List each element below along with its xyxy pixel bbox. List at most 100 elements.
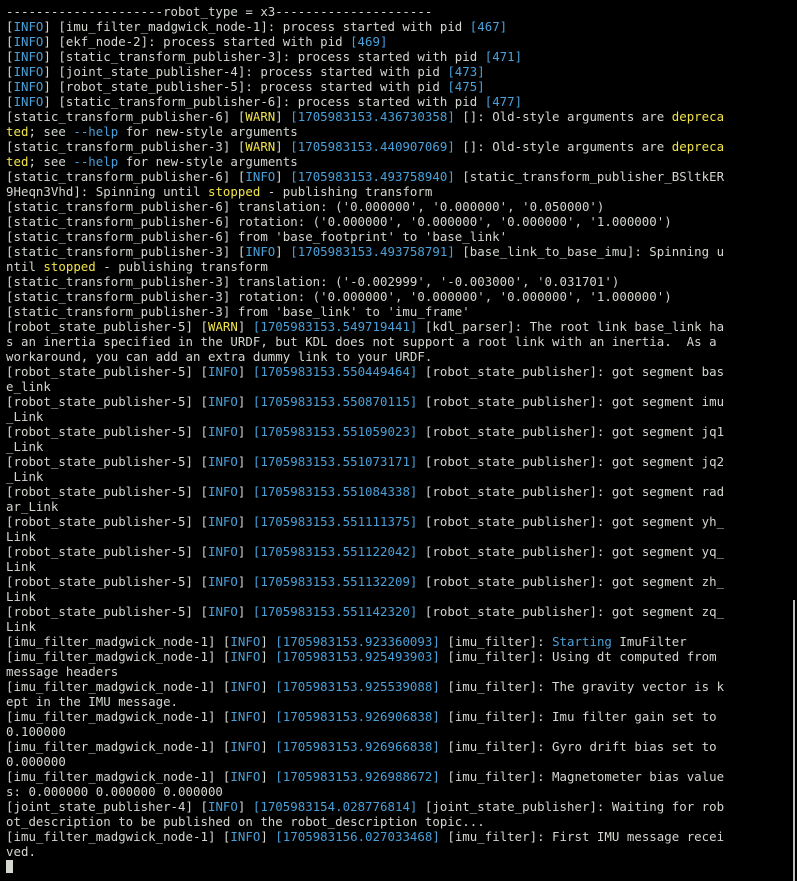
log-text: ] xyxy=(260,739,276,754)
log-text: ] xyxy=(275,169,291,184)
log-text: ] xyxy=(237,454,253,469)
log-text: [imu_filter]: Imu filter gain set to xyxy=(439,709,717,724)
terminal-line: [static_transform_publisher-3] translati… xyxy=(6,274,786,289)
info-tag: INFO xyxy=(230,829,261,844)
terminal-line: [imu_filter_madgwick_node-1] [INFO] [170… xyxy=(6,829,786,844)
terminal-line: [imu_filter_madgwick_node-1] [INFO] [170… xyxy=(6,769,786,784)
log-text: [imu_filter]: The gravity vector is k xyxy=(439,679,725,694)
log-text: _Link xyxy=(6,469,44,484)
log-text: ] xyxy=(237,424,253,439)
log-text: [imu_filter_madgwick_node-1] [ xyxy=(6,709,231,724)
log-text: [robot_state_publisher]: got segment imu xyxy=(417,394,725,409)
terminal-line: _Link xyxy=(6,439,786,454)
log-text: ] xyxy=(260,709,276,724)
log-text: [imu_filter_madgwick_node-1] [ xyxy=(6,739,231,754)
info-tag: INFO xyxy=(230,739,261,754)
log-text: [imu_filter]: First IMU message recei xyxy=(439,829,725,844)
timestamp: [1705983153.493758791] xyxy=(290,244,455,259)
info-tag: INFO xyxy=(230,679,261,694)
timestamp: [1705983153.551132209] xyxy=(252,574,418,589)
terminal-line: [robot_state_publisher-5] [INFO] [170598… xyxy=(6,394,786,409)
log-text: [robot_state_publisher-5] [ xyxy=(6,484,208,499)
terminal-line: 9Heqn3Vhd]: Spinning until stopped - pub… xyxy=(6,184,786,199)
terminal-line: ted; see --help for new-style arguments xyxy=(6,154,786,169)
terminal-line: ot_description to be published on the ro… xyxy=(6,814,786,829)
log-text: for new-style arguments xyxy=(118,154,298,169)
terminal-window[interactable]: ---------------------robot_type = x3----… xyxy=(0,0,797,881)
log-text: - publishing transform xyxy=(95,259,268,274)
terminal-line: [static_transform_publisher-3] from 'bas… xyxy=(6,304,786,319)
log-text: message headers xyxy=(6,664,119,679)
terminal-line: [static_transform_publisher-3] [INFO] [1… xyxy=(6,244,786,259)
terminal-line: s: 0.000000 0.000000 0.000000 xyxy=(6,784,786,799)
log-text: e_link xyxy=(6,379,51,394)
info-tag: INFO xyxy=(207,394,238,409)
info-tag: INFO xyxy=(13,79,44,94)
log-text: ] xyxy=(237,484,253,499)
log-text: Link xyxy=(6,559,36,574)
log-text: []: Old-style arguments are xyxy=(454,139,672,154)
log-text: [471] xyxy=(484,49,523,64)
info-tag: INFO xyxy=(13,64,44,79)
log-text: [joint_state_publisher]: Waiting for rob xyxy=(417,799,725,814)
log-text: ImuFilter xyxy=(611,634,687,649)
log-text: [static_transform_publisher-3] translati… xyxy=(6,274,620,289)
log-text: [robot_state_publisher-5] [ xyxy=(6,514,208,529)
terminal-line: e_link xyxy=(6,379,786,394)
log-text: ] xyxy=(237,604,253,619)
terminal-line: ved. xyxy=(6,844,786,859)
log-text: ept in the IMU message. xyxy=(6,694,179,709)
log-text: ] [joint_state_publisher-4]: process sta… xyxy=(43,64,448,79)
terminal-line: [INFO] [imu_filter_madgwick_node-1]: pro… xyxy=(6,19,786,34)
log-text: ; see xyxy=(28,154,74,169)
terminal-line: [robot_state_publisher-5] [INFO] [170598… xyxy=(6,544,786,559)
log-text: ] xyxy=(260,634,276,649)
terminal-line: [static_transform_publisher-3] [WARN] [1… xyxy=(6,139,786,154)
info-tag: INFO xyxy=(207,364,238,379)
log-text: [robot_state_publisher]: got segment jq2 xyxy=(417,454,725,469)
log-text: [robot_state_publisher-5] [ xyxy=(6,604,208,619)
scrollbar[interactable] xyxy=(793,600,795,881)
log-text: [imu_filter]: Using dt computed from xyxy=(439,649,717,664)
terminal-output: ---------------------robot_type = x3----… xyxy=(6,4,786,874)
terminal-line: ar_Link xyxy=(6,499,786,514)
terminal-line: ntil stopped - publishing transform xyxy=(6,259,786,274)
log-text: [robot_state_publisher-5] [ xyxy=(6,424,208,439)
log-text: [static_transform_publisher-6] [ xyxy=(6,169,246,184)
terminal-line: [static_transform_publisher-6] [INFO] [1… xyxy=(6,169,786,184)
timestamp: [1705983153.926906838] xyxy=(275,709,440,724)
terminal-line: [robot_state_publisher-5] [INFO] [170598… xyxy=(6,574,786,589)
log-text: [robot_state_publisher]: got segment bas xyxy=(417,364,725,379)
terminal-line: [robot_state_publisher-5] [INFO] [170598… xyxy=(6,454,786,469)
terminal-line: Link xyxy=(6,619,786,634)
log-text: [imu_filter]: Magnetometer bias value xyxy=(439,769,725,784)
log-text: [static_transform_publisher_BSltkER xyxy=(454,169,725,184)
info-tag: INFO xyxy=(13,34,44,49)
log-text: _Link xyxy=(6,409,44,424)
log-text: [imu_filter_madgwick_node-1] [ xyxy=(6,634,231,649)
terminal-line: Link xyxy=(6,559,786,574)
terminal-line: [robot_state_publisher-5] [INFO] [170598… xyxy=(6,484,786,499)
log-text: [robot_state_publisher]: got segment zh_ xyxy=(417,574,725,589)
log-text: [static_transform_publisher-3] [ xyxy=(6,244,246,259)
timestamp: [1705983153.551142320] xyxy=(252,604,418,619)
log-text: ] xyxy=(260,649,276,664)
log-text: depreca xyxy=(671,109,725,124)
log-text: ] xyxy=(237,799,253,814)
terminal-line: [imu_filter_madgwick_node-1] [INFO] [170… xyxy=(6,739,786,754)
info-tag: INFO xyxy=(207,799,238,814)
log-text: [imu_filter_madgwick_node-1] [ xyxy=(6,649,231,664)
log-text: [robot_state_publisher]: got segment yh_ xyxy=(417,514,725,529)
log-text: ---------------------robot_type = x3----… xyxy=(6,4,433,19)
log-text: [imu_filter_madgwick_node-1] [ xyxy=(6,829,231,844)
log-text: [475] xyxy=(447,79,485,94)
info-tag: INFO xyxy=(230,634,261,649)
log-text: 0.000000 xyxy=(6,754,66,769)
log-text: [robot_state_publisher-5] [ xyxy=(6,544,208,559)
terminal-line: [joint_state_publisher-4] [INFO] [170598… xyxy=(6,799,786,814)
log-text: [static_transform_publisher-3] rotation:… xyxy=(6,289,672,304)
log-text: ] xyxy=(275,139,291,154)
timestamp: [1705983153.926988672] xyxy=(275,769,440,784)
timestamp: [1705983154.028776814] xyxy=(252,799,418,814)
info-tag: INFO xyxy=(245,244,276,259)
